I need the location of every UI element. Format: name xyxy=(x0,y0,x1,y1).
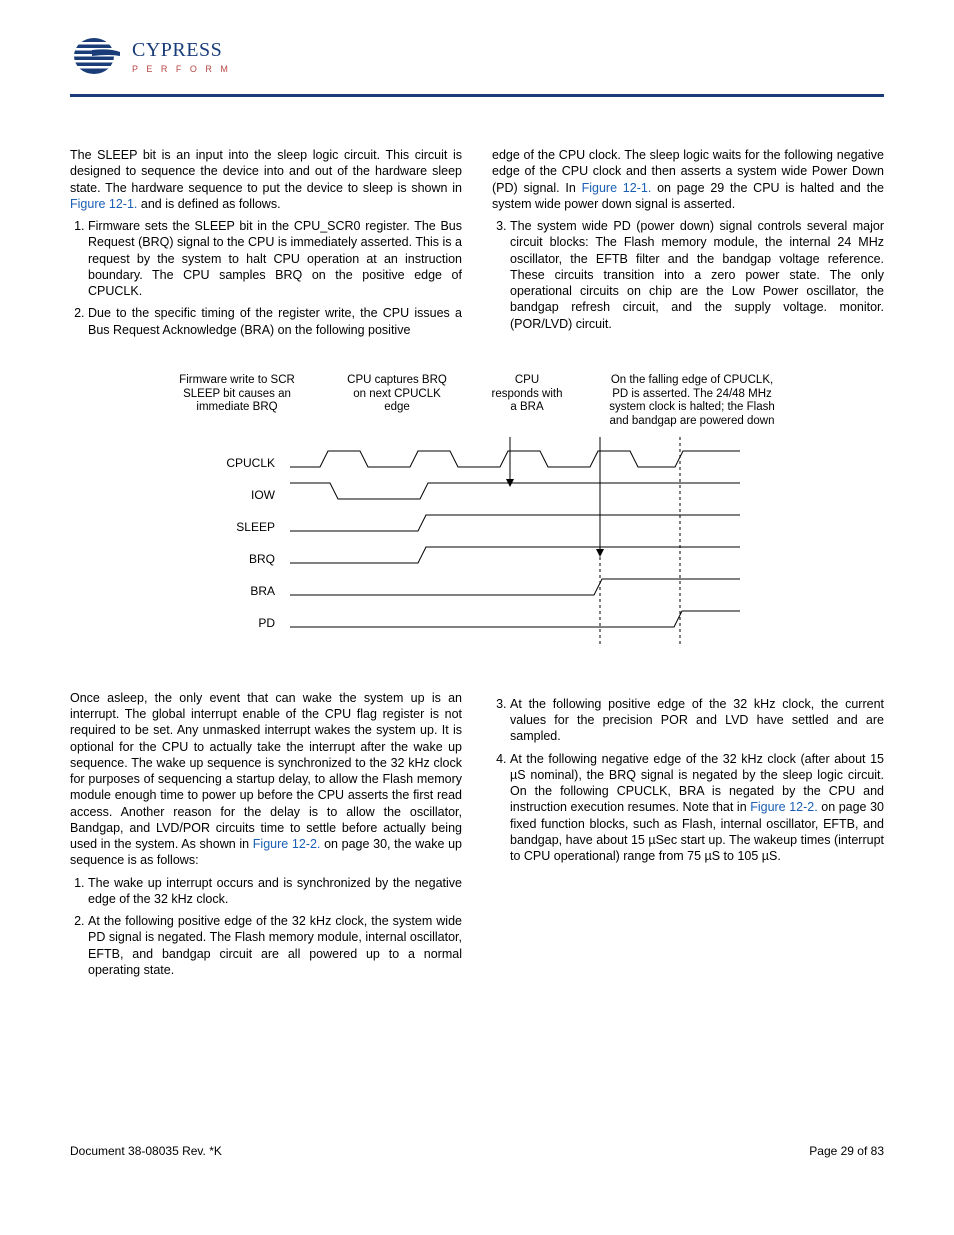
intro-p1-text: The SLEEP bit is an input into the sleep… xyxy=(70,148,462,195)
sig-sleep: SLEEP xyxy=(236,520,275,534)
intro-step-2b-wrap: edge of the CPU clock. The sleep logic w… xyxy=(492,147,884,212)
timing-diagram: Firmware write to SCRSLEEP bit causes an… xyxy=(70,374,884,650)
wake-col-right: At the following positive edge of the 32… xyxy=(492,690,884,984)
figure-link[interactable]: Figure 12-1. xyxy=(70,197,137,211)
diagram-label-4: On the falling edge of CPUCLK,PD is asse… xyxy=(592,374,792,429)
diagram-label-1: Firmware write to SCRSLEEP bit causes an… xyxy=(162,374,312,429)
intro-p1-tail: and is defined as follows. xyxy=(137,197,280,211)
wake-step-2: At the following positive edge of the 32… xyxy=(88,913,462,978)
page-footer: Document 38-08035 Rev. *K Page 29 of 83 xyxy=(70,1144,884,1158)
wake-step-3: At the following positive edge of the 32… xyxy=(510,696,884,745)
intro-paragraph: The SLEEP bit is an input into the sleep… xyxy=(70,147,462,212)
figure-link[interactable]: Figure 12-1. xyxy=(582,181,652,195)
footer-page: Page 29 of 83 xyxy=(809,1144,884,1158)
timing-diagram-svg: CPUCLK IOW SLEEP BRQ BRA PD xyxy=(180,437,880,647)
sig-bra: BRA xyxy=(250,584,275,598)
logo-tagline: P E R F O R M xyxy=(132,64,231,74)
intro-columns: The SLEEP bit is an input into the sleep… xyxy=(70,147,884,344)
intro-col-left: The SLEEP bit is an input into the sleep… xyxy=(70,147,462,344)
wake-step-1: The wake up interrupt occurs and is sync… xyxy=(88,875,462,908)
sig-iow: IOW xyxy=(251,488,276,502)
intro-step-3: The system wide PD (power down) signal c… xyxy=(510,218,884,332)
logo: CYPRESS P E R F O R M xyxy=(70,30,231,82)
intro-step-1: Firmware sets the SLEEP bit in the CPU_S… xyxy=(88,218,462,299)
sig-brq: BRQ xyxy=(249,552,275,566)
intro-step-2a: Due to the specific timing of the regist… xyxy=(88,305,462,338)
figure-link[interactable]: Figure 12-2. xyxy=(253,837,321,851)
page-header: CYPRESS P E R F O R M xyxy=(70,30,884,82)
diagram-label-2: CPU captures BRQon next CPUCLKedge xyxy=(332,374,462,429)
header-rule xyxy=(70,94,884,97)
wake-col-left: Once asleep, the only event that can wak… xyxy=(70,690,462,984)
sig-pd: PD xyxy=(258,616,275,630)
wake-paragraph: Once asleep, the only event that can wak… xyxy=(70,690,462,869)
wake-p1-text: Once asleep, the only event that can wak… xyxy=(70,691,462,851)
diagram-label-3: CPUresponds witha BRA xyxy=(482,374,572,429)
footer-docid: Document 38-08035 Rev. *K xyxy=(70,1144,222,1158)
logo-globe-icon xyxy=(70,30,128,82)
intro-col-right: edge of the CPU clock. The sleep logic w… xyxy=(492,147,884,344)
wake-step-4: At the following negative edge of the 32… xyxy=(510,751,884,865)
wake-columns: Once asleep, the only event that can wak… xyxy=(70,690,884,984)
logo-brand: CYPRESS xyxy=(132,39,231,62)
figure-link[interactable]: Figure 12-2. xyxy=(750,800,817,814)
sig-cpuclk: CPUCLK xyxy=(226,456,275,470)
